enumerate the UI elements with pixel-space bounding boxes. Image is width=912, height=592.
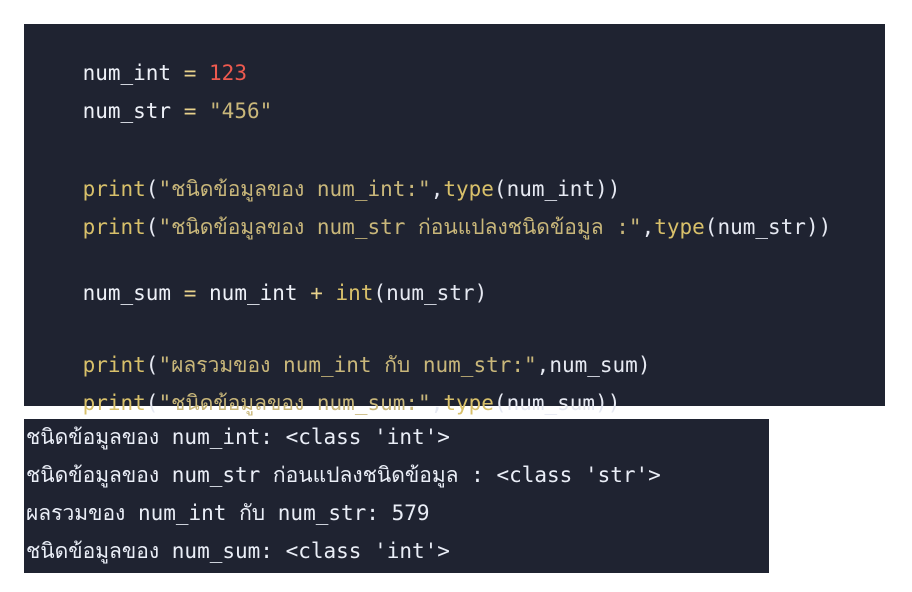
string-literal: "456" xyxy=(209,99,273,123)
comma: , xyxy=(641,215,655,239)
paren: ( xyxy=(145,215,159,239)
assign-operator: = xyxy=(171,99,210,123)
variable-name: num_str xyxy=(82,99,172,123)
string-literal: "ชนิดข้อมูลของ num_sum:" xyxy=(158,391,431,415)
plus-operator: + xyxy=(297,281,336,305)
function-name: type xyxy=(443,391,494,415)
code-line-5: num_sum = num_int + int(num_str) xyxy=(32,254,488,332)
variable-name: num_int xyxy=(209,281,298,305)
output-panel: ชนิดข้อมูลของ num_int: <class 'int'> ชนิ… xyxy=(24,419,769,573)
output-line: ชนิดข้อมูลของ num_int: <class 'int'> xyxy=(26,425,450,449)
variable-name: num_sum xyxy=(82,281,172,305)
output-line: ชนิดข้อมูลของ num_sum: <class 'int'> xyxy=(26,539,450,563)
output-line: ผลรวมของ num_int กับ num_str: 579 xyxy=(26,501,430,525)
call-args: (num_sum)) xyxy=(493,391,621,415)
function-name: print xyxy=(82,391,146,415)
code-editor-panel[interactable]: num_int = 123 num_str = "456" print("ชนิ… xyxy=(24,24,885,415)
paren: ( xyxy=(145,391,159,415)
function-name: int xyxy=(335,281,374,305)
comma: , xyxy=(430,391,444,415)
code-line-2: num_str = "456" xyxy=(32,72,273,150)
function-name: type xyxy=(654,215,705,239)
output-line: ชนิดข้อมูลของ num_str ก่อนแปลงชนิดข้อมูล… xyxy=(26,463,661,487)
function-name: print xyxy=(82,215,146,239)
assign-operator: = xyxy=(171,281,210,305)
call-args: (num_str) xyxy=(373,281,488,305)
string-literal: "ชนิดข้อมูลของ num_str ก่อนแปลงชนิดข้อมู… xyxy=(158,215,642,239)
call-args: (num_str)) xyxy=(704,215,832,239)
